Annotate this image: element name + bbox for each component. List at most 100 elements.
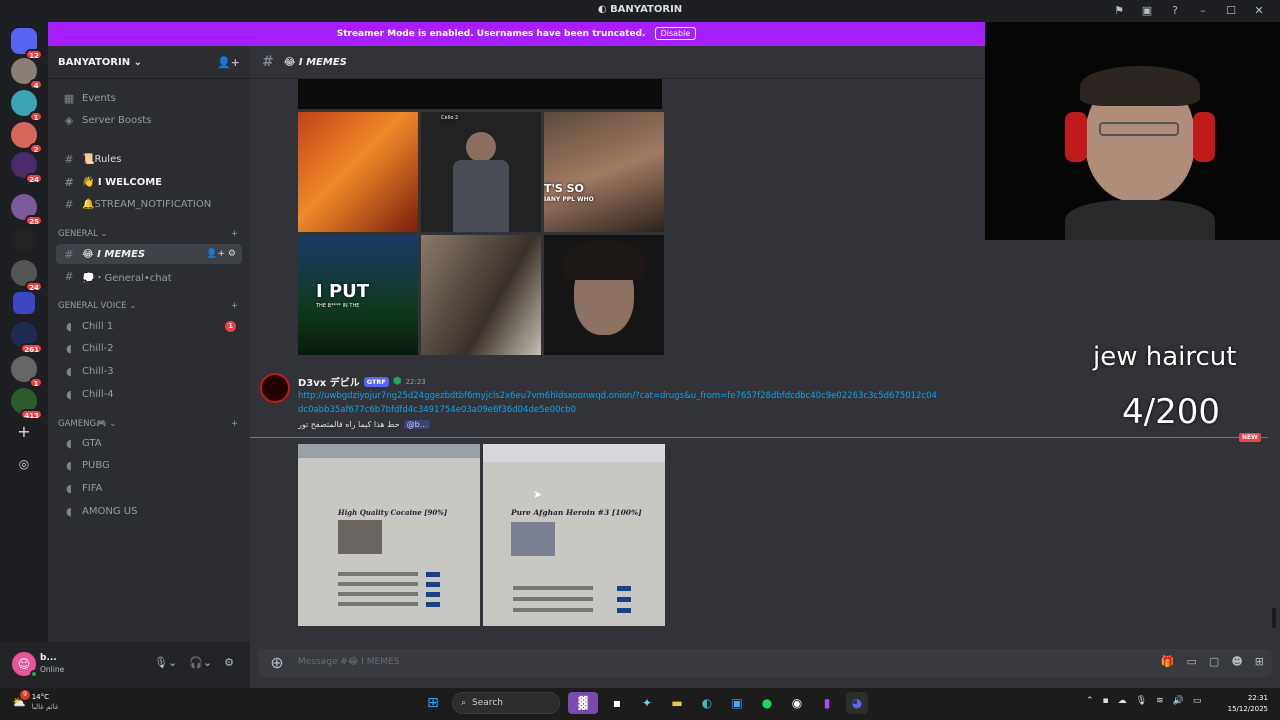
add-channel-icon[interactable]: + (231, 419, 238, 429)
category-general-voice[interactable]: GENERAL VOICE ⌄ + (58, 301, 238, 311)
channel-general-chat[interactable]: # 💭・General•chat (56, 266, 242, 286)
weather-badge: 9 (20, 690, 30, 700)
attachment-caption: High Quality Cocaine [90%] (338, 508, 448, 517)
avatar[interactable] (260, 373, 290, 403)
server-icon[interactable]: 24 (11, 152, 43, 184)
attachment-image[interactable]: Pure Afghan Heroin #3 [100%] (483, 444, 665, 626)
attachment-image[interactable]: High Quality Cocaine [90%] (298, 444, 480, 626)
add-channel-icon[interactable]: + (231, 229, 238, 239)
guild-badge: 1 (29, 377, 43, 388)
server-icon[interactable]: 4 (11, 58, 43, 90)
scrollbar[interactable] (1272, 608, 1276, 628)
message-input[interactable]: Message #😂 I MEMES (298, 657, 399, 667)
apps-icon[interactable]: ⊞ (1255, 655, 1264, 668)
meme-image[interactable]: I PUT THE B**** IN THE (298, 235, 418, 355)
clock[interactable]: 22:31 15/12/2025 (1228, 693, 1268, 715)
help-icon[interactable]: ? (1168, 4, 1182, 18)
server-icon[interactable]: 1 (11, 356, 43, 388)
channel-rules[interactable]: # 📜Rules (56, 149, 242, 169)
minimize-icon[interactable]: – (1196, 4, 1210, 18)
user-mention[interactable]: @b... (403, 420, 431, 429)
weather-widget[interactable]: ⛅ 9 14°C غائم غالبا (12, 690, 59, 712)
edge-icon[interactable]: ◐ (696, 692, 718, 714)
windows-start-icon[interactable]: ⊞ (422, 692, 444, 714)
close-icon[interactable]: ✕ (1252, 4, 1266, 18)
meme-image[interactable] (298, 112, 418, 232)
channel-stream-notification[interactable]: # 🔔STREAM_NOTIFICATION (56, 194, 242, 214)
voice-channel-pubg[interactable]: ◖ PUBG (56, 455, 242, 475)
tray-app-icon[interactable]: ▪ (1103, 696, 1109, 706)
disable-button[interactable]: Disable (654, 27, 697, 40)
server-icon[interactable]: 261 (11, 322, 43, 354)
category-gaming[interactable]: GAMENG🎮 ⌄ + (58, 419, 238, 429)
chevron-up-icon[interactable]: ⌃ (1086, 696, 1094, 706)
battery-icon[interactable]: ▭ (1193, 696, 1202, 706)
server-icon[interactable] (11, 226, 37, 252)
voice-channel-gta[interactable]: ◖ GTA (56, 433, 242, 453)
microphone-icon[interactable]: 🎙⌄ (154, 656, 177, 669)
server-icon[interactable]: 24 (11, 260, 43, 292)
server-icon[interactable]: 2 (11, 122, 43, 154)
folder-icon[interactable] (13, 292, 35, 314)
boost-icon: ◈ (64, 113, 74, 127)
meme-image-top[interactable] (298, 79, 662, 109)
server-icon[interactable]: 1 (11, 90, 43, 122)
sticker-icon[interactable]: ▢ (1209, 655, 1219, 668)
app-icon[interactable]: ▮ (816, 692, 838, 714)
server-icon[interactable]: 25 (11, 194, 43, 226)
channel-settings-icon[interactable]: 👤+ ⚙ (206, 249, 236, 259)
meme-image[interactable] (544, 235, 664, 355)
channel-welcome[interactable]: # 👋 I WELCOME (56, 172, 242, 192)
invite-icon[interactable]: 👤+ (217, 56, 240, 69)
message-author[interactable]: D3vx デビル (298, 374, 360, 389)
voice-channel-among-us[interactable]: ◖ AMONG US (56, 501, 242, 521)
spotify-icon[interactable]: ● (756, 692, 778, 714)
wifi-icon[interactable]: ≋ (1156, 696, 1164, 706)
taskbar-search[interactable]: ⌕ Search (452, 692, 560, 714)
add-channel-icon[interactable]: + (231, 301, 238, 311)
meme-image[interactable]: T'S SO IANY PPL WHO (544, 112, 664, 232)
store-icon[interactable]: ▣ (726, 692, 748, 714)
hash-icon: # (64, 247, 74, 261)
tray-app-icon[interactable]: ☁ (1118, 696, 1127, 706)
sidebar-item-server-boosts[interactable]: ◈ Server Boosts (56, 110, 242, 130)
screen-share-icon[interactable]: ▣ (1140, 4, 1154, 18)
server-header[interactable]: BANYATORIN ⌄ 👤+ (48, 46, 250, 79)
speaker-icon: ◖ (66, 341, 72, 355)
channel-title: 😂 I MEMES (283, 56, 347, 68)
discord-icon[interactable]: ◕ (846, 692, 868, 714)
add-attachment-icon[interactable]: ⊕ (268, 654, 286, 672)
message-link[interactable]: http://uwbgdziyojur7ng25d24ggezbdtbf6myj… (298, 389, 938, 417)
new-messages-divider (250, 437, 1268, 438)
meme-image[interactable]: Cello 2 (421, 112, 541, 232)
sidebar-item-events[interactable]: ▦ Events (56, 88, 242, 108)
task-view-icon[interactable]: ▪ (606, 692, 628, 714)
speaker-icon: ◖ (66, 436, 72, 450)
gif-icon[interactable]: ▭ (1187, 655, 1197, 668)
server-icon[interactable]: 413 (11, 388, 43, 420)
emoji-icon[interactable]: ☻ (1231, 655, 1242, 668)
voice-channel-chill-1[interactable]: ◖ Chill 1 1 (56, 316, 242, 336)
gift-icon[interactable]: 🎁 (1161, 655, 1175, 668)
copilot-icon[interactable]: ✦ (636, 692, 658, 714)
discover-icon[interactable]: ◎ (14, 454, 34, 474)
obs-icon[interactable]: ◉ (786, 692, 808, 714)
voice-channel-chill-4[interactable]: ◖ Chill-4 (56, 384, 242, 404)
channel-label: AMONG US (82, 505, 138, 517)
volume-icon[interactable]: 🔊 (1173, 696, 1184, 706)
gear-icon[interactable]: ⚙ (224, 656, 234, 669)
voice-channel-fifa[interactable]: ◖ FIFA (56, 478, 242, 498)
voice-channel-chill-3[interactable]: ◖ Chill-3 (56, 361, 242, 381)
widgets-icon[interactable]: ▓ (568, 692, 598, 714)
channel-memes[interactable]: # 😂 I MEMES 👤+ ⚙ (56, 244, 242, 264)
voice-channel-chill-2[interactable]: ◖ Chill-2 (56, 338, 242, 358)
direct-messages-button[interactable]: 12 (11, 28, 43, 60)
maximize-icon[interactable]: ☐ (1224, 4, 1238, 18)
add-server-icon[interactable]: + (14, 422, 34, 442)
file-explorer-icon[interactable]: ▬ (666, 692, 688, 714)
microphone-icon[interactable]: 🎙 (1136, 696, 1147, 706)
category-general[interactable]: GENERAL ⌄ + (58, 229, 238, 239)
meme-image[interactable] (421, 235, 541, 355)
inbox-icon[interactable]: ⚑ (1112, 4, 1126, 18)
headphones-icon[interactable]: 🎧⌄ (189, 656, 212, 669)
